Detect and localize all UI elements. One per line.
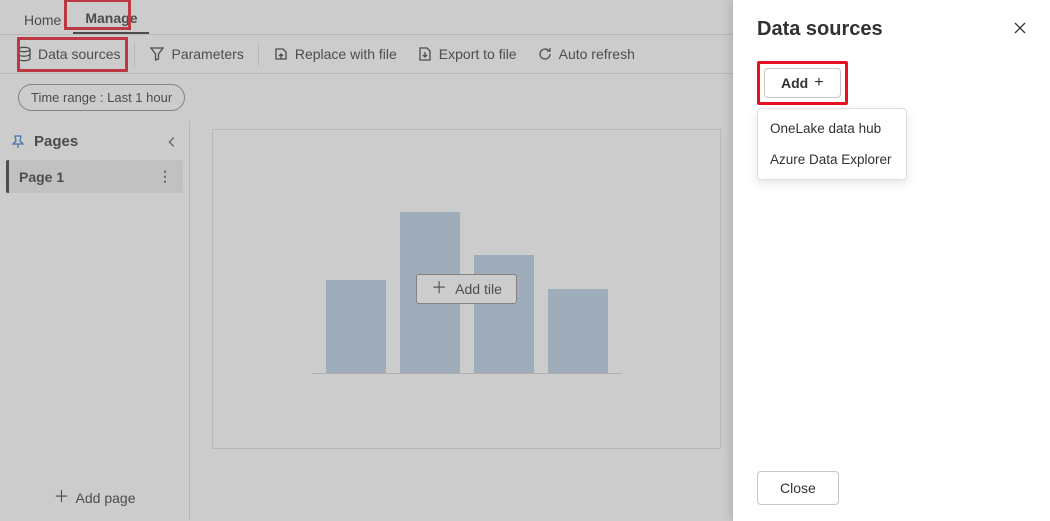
panel-title: Data sources <box>757 18 1026 41</box>
refresh-icon <box>537 46 553 62</box>
manage-toolbar: Data sources Parameters Replace with fil… <box>0 34 733 74</box>
menu-item-azure-data-explorer[interactable]: Azure Data Explorer <box>758 144 906 175</box>
auto-refresh-button[interactable]: Auto refresh <box>527 40 645 68</box>
time-range-value: Last 1 hour <box>107 90 172 105</box>
replace-file-button[interactable]: Replace with file <box>263 40 407 68</box>
page-item[interactable]: Page 1 ⋮ <box>6 160 183 193</box>
chart-bar <box>474 255 534 373</box>
time-range-pill[interactable]: Time range : Last 1 hour <box>18 84 185 111</box>
add-label: Add <box>781 75 808 91</box>
page-name: Page 1 <box>19 169 64 185</box>
toolbar-separator <box>258 42 259 66</box>
pages-sidebar: Pages Page 1 ⋮ ＋ Add page <box>0 121 190 520</box>
highlight-add-button: Add + <box>757 61 848 105</box>
add-page-button[interactable]: ＋ Add page <box>0 476 189 520</box>
plus-icon: ＋ <box>431 281 447 297</box>
tab-home[interactable]: Home <box>12 6 73 34</box>
export-file-button[interactable]: Export to file <box>407 40 527 68</box>
chart-bar <box>326 280 386 373</box>
add-page-label: Add page <box>76 490 136 506</box>
export-label: Export to file <box>439 46 517 62</box>
dashboard-canvas: ＋ Add tile <box>212 129 721 449</box>
tab-manage[interactable]: Manage <box>73 4 149 34</box>
plus-icon: + <box>814 75 823 91</box>
page-more-icon[interactable]: ⋮ <box>158 168 173 185</box>
time-range-label: Time range : <box>31 90 107 105</box>
database-icon <box>16 46 32 62</box>
add-data-source-menu: OneLake data hub Azure Data Explorer <box>757 108 907 180</box>
data-sources-label: Data sources <box>38 46 120 62</box>
plus-icon: ＋ <box>54 490 70 506</box>
parameters-label: Parameters <box>171 46 243 62</box>
toolbar-separator <box>134 42 135 66</box>
chevron-left-icon[interactable] <box>165 135 179 149</box>
replace-label: Replace with file <box>295 46 397 62</box>
add-tile-button[interactable]: ＋ Add tile <box>416 274 517 304</box>
menu-item-onelake[interactable]: OneLake data hub <box>758 113 906 144</box>
parameters-button[interactable]: Parameters <box>139 40 253 68</box>
pages-title: Pages <box>34 133 157 150</box>
data-sources-button[interactable]: Data sources <box>6 40 130 68</box>
filter-icon <box>149 46 165 62</box>
add-data-source-button[interactable]: Add + <box>764 68 841 98</box>
auto-refresh-label: Auto refresh <box>559 46 635 62</box>
pin-icon <box>10 134 26 150</box>
replace-icon <box>273 46 289 62</box>
close-button[interactable]: Close <box>757 471 839 505</box>
close-icon[interactable] <box>1012 20 1032 40</box>
chart-bar <box>548 289 608 374</box>
data-sources-panel: Data sources Add + OneLake data hub Azur… <box>733 0 1050 521</box>
export-icon <box>417 46 433 62</box>
add-tile-label: Add tile <box>455 281 502 297</box>
